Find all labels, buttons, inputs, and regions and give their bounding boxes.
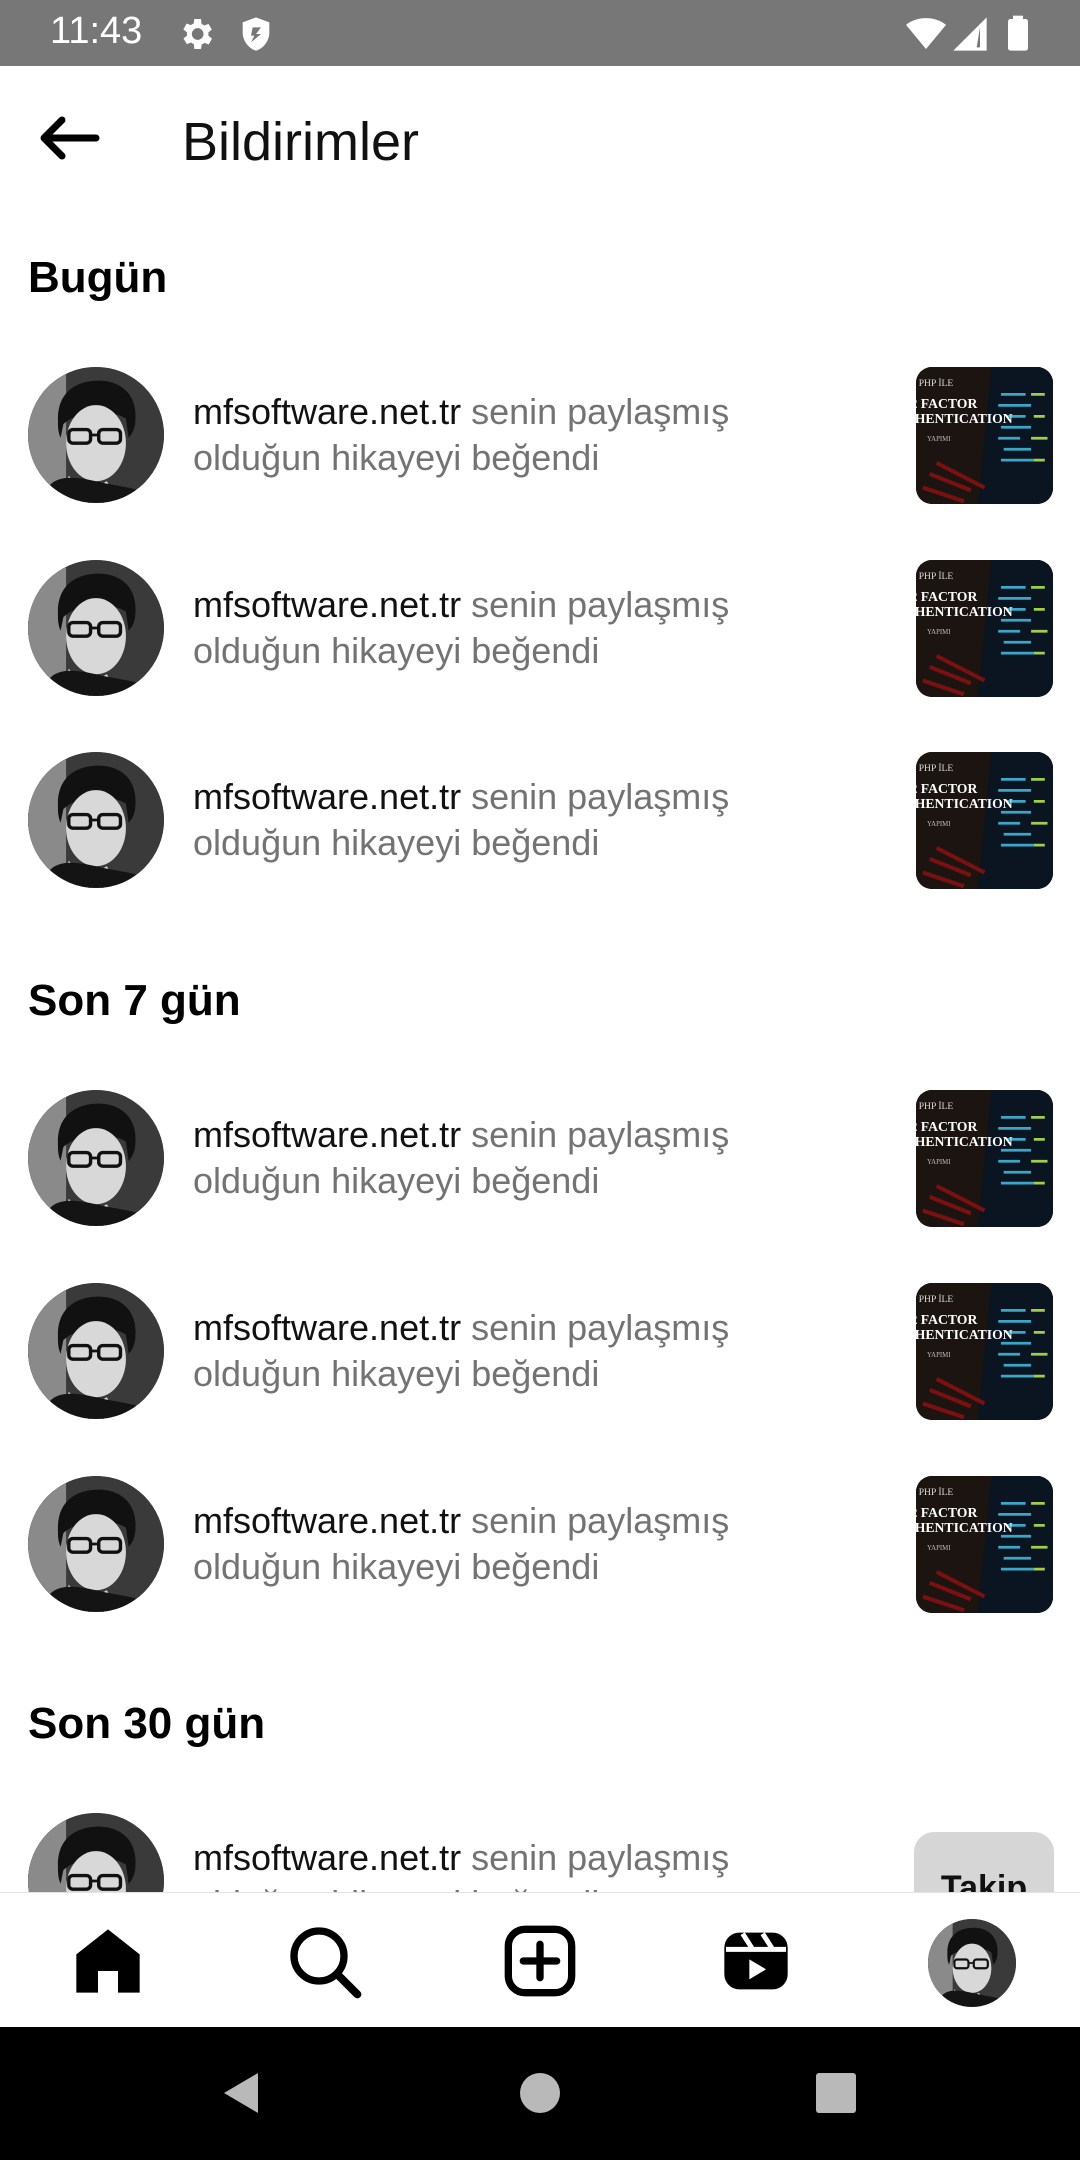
section-title-last-30-days: Son 30 gün bbox=[28, 1699, 266, 1748]
thumbnail-text-1: PHP İLE bbox=[919, 377, 954, 389]
username-link[interactable]: mfsoftware.net.tr bbox=[193, 584, 461, 625]
user-avatar[interactable] bbox=[28, 1476, 164, 1612]
user-avatar[interactable] bbox=[28, 752, 164, 888]
username-link[interactable]: mfsoftware.net.tr bbox=[193, 776, 461, 817]
back-button[interactable] bbox=[30, 108, 110, 168]
story-thumbnail[interactable]: PHP İLE 2 FACTORAUTHENTICATION YAPIMI bbox=[916, 367, 1053, 504]
thumbnail-text-3: AUTHENTICATION bbox=[916, 411, 1013, 426]
avatar-photo bbox=[28, 367, 164, 503]
gear-icon bbox=[183, 19, 212, 49]
username-link[interactable]: mfsoftware.net.tr bbox=[193, 1114, 461, 1155]
thumbnail-text-4: YAPIMI bbox=[927, 629, 951, 636]
story-thumbnail-image: PHP İLE 2 FACTORAUTHENTICATION YAPIMI bbox=[916, 1476, 1053, 1613]
thumbnail-text-3: AUTHENTICATION bbox=[916, 1520, 1013, 1535]
page-title: Bildirimler bbox=[182, 112, 420, 172]
avatar-photo bbox=[28, 1476, 164, 1612]
username-link[interactable]: mfsoftware.net.tr bbox=[193, 391, 461, 432]
thumbnail-text-1: PHP İLE bbox=[919, 1486, 954, 1498]
status-bar: 11:43 bbox=[0, 0, 1080, 66]
avatar-photo bbox=[928, 1919, 1016, 2007]
notification-text: mfsoftware.net.tr senin paylaşmış olduğu… bbox=[193, 1112, 853, 1204]
thumbnail-text-1: PHP İLE bbox=[919, 570, 954, 582]
user-avatar[interactable] bbox=[28, 1090, 164, 1226]
story-thumbnail-image: PHP İLE 2 FACTORAUTHENTICATION YAPIMI bbox=[916, 752, 1053, 889]
story-thumbnail-image: PHP İLE 2 FACTORAUTHENTICATION YAPIMI bbox=[916, 560, 1053, 697]
notification-item[interactable]: mfsoftware.net.tr senin paylaşmış olduğu… bbox=[0, 752, 1080, 892]
story-thumbnail-image: PHP İLE 2 FACTORAUTHENTICATION YAPIMI bbox=[916, 367, 1053, 504]
notification-item[interactable]: mfsoftware.net.tr senin paylaşmış olduğu… bbox=[0, 560, 1080, 700]
username-link[interactable]: mfsoftware.net.tr bbox=[193, 1307, 461, 1348]
arrow-left-icon bbox=[40, 116, 100, 160]
story-thumbnail-image: PHP İLE 2 FACTORAUTHENTICATION YAPIMI bbox=[916, 1090, 1053, 1227]
thumbnail-text-1: PHP İLE bbox=[919, 1293, 954, 1305]
bottom-navigation bbox=[0, 1892, 1080, 2028]
thumbnail-text-2: 2 FACTOR bbox=[916, 1119, 977, 1134]
avatar-photo bbox=[28, 752, 164, 888]
user-avatar[interactable] bbox=[28, 560, 164, 696]
thumbnail-text-3: AUTHENTICATION bbox=[916, 1134, 1013, 1149]
user-avatar[interactable] bbox=[28, 367, 164, 503]
thumbnail-text-2: 2 FACTOR bbox=[916, 589, 977, 604]
thumbnail-text-4: YAPIMI bbox=[927, 1545, 951, 1552]
thumbnail-text-4: YAPIMI bbox=[927, 1352, 951, 1359]
thumbnail-text-3: AUTHENTICATION bbox=[916, 796, 1013, 811]
story-thumbnail[interactable]: PHP İLE 2 FACTORAUTHENTICATION YAPIMI bbox=[916, 752, 1053, 889]
username-link[interactable]: mfsoftware.net.tr bbox=[193, 1837, 461, 1878]
thumbnail-text-3: AUTHENTICATION bbox=[916, 1327, 1013, 1342]
thumbnail-text-3: AUTHENTICATION bbox=[916, 604, 1013, 619]
system-navigation-bar bbox=[0, 2027, 1080, 2160]
home-circle-icon[interactable] bbox=[510, 2063, 570, 2123]
thumbnail-text-1: PHP İLE bbox=[919, 762, 954, 774]
shield-icon bbox=[242, 17, 270, 51]
story-thumbnail[interactable]: PHP İLE 2 FACTORAUTHENTICATION YAPIMI bbox=[916, 1283, 1053, 1420]
reels-icon[interactable] bbox=[716, 1921, 796, 2001]
home-icon[interactable] bbox=[68, 1921, 148, 2001]
thumbnail-text-4: YAPIMI bbox=[927, 436, 951, 443]
avatar-photo bbox=[28, 560, 164, 696]
section-title-today: Bugün bbox=[28, 253, 168, 302]
search-icon[interactable] bbox=[284, 1921, 364, 2001]
avatar-photo bbox=[28, 1283, 164, 1419]
story-thumbnail[interactable]: PHP İLE 2 FACTORAUTHENTICATION YAPIMI bbox=[916, 560, 1053, 697]
create-post-icon[interactable] bbox=[500, 1921, 580, 2001]
thumbnail-text-4: YAPIMI bbox=[927, 1159, 951, 1166]
thumbnail-text-2: 2 FACTOR bbox=[916, 1312, 977, 1327]
thumbnail-text-4: YAPIMI bbox=[927, 821, 951, 828]
notification-text: mfsoftware.net.tr senin paylaşmış olduğu… bbox=[193, 774, 853, 866]
thumbnail-text-2: 2 FACTOR bbox=[916, 1505, 977, 1520]
app-header: Bildirimler bbox=[0, 66, 1080, 226]
notification-item[interactable]: mfsoftware.net.tr senin paylaşmış olduğu… bbox=[0, 1283, 1080, 1423]
thumbnail-text-2: 2 FACTOR bbox=[916, 781, 977, 796]
section-title-last-7-days: Son 7 gün bbox=[28, 976, 241, 1025]
thumbnail-text-1: PHP İLE bbox=[919, 1100, 954, 1112]
thumbnail-text-2: 2 FACTOR bbox=[916, 396, 977, 411]
signal-icon bbox=[953, 17, 987, 51]
avatar-photo bbox=[28, 1090, 164, 1226]
username-link[interactable]: mfsoftware.net.tr bbox=[193, 1500, 461, 1541]
profile-avatar[interactable] bbox=[928, 1919, 1016, 2007]
story-thumbnail[interactable]: PHP İLE 2 FACTORAUTHENTICATION YAPIMI bbox=[916, 1476, 1053, 1613]
notification-item[interactable]: mfsoftware.net.tr senin paylaşmış olduğu… bbox=[0, 367, 1080, 507]
notification-text: mfsoftware.net.tr senin paylaşmış olduğu… bbox=[193, 1305, 853, 1397]
back-icon[interactable] bbox=[214, 2063, 274, 2123]
story-thumbnail[interactable]: PHP İLE 2 FACTORAUTHENTICATION YAPIMI bbox=[916, 1090, 1053, 1227]
notification-item[interactable]: mfsoftware.net.tr senin paylaşmış olduğu… bbox=[0, 1476, 1080, 1616]
battery-icon bbox=[1008, 15, 1028, 51]
status-time: 11:43 bbox=[50, 10, 143, 52]
notification-text: mfsoftware.net.tr senin paylaşmış olduğu… bbox=[193, 1498, 853, 1590]
recents-icon[interactable] bbox=[806, 2063, 866, 2123]
user-avatar[interactable] bbox=[28, 1283, 164, 1419]
notification-item[interactable]: mfsoftware.net.tr senin paylaşmış olduğu… bbox=[0, 1090, 1080, 1230]
notification-text: mfsoftware.net.tr senin paylaşmış olduğu… bbox=[193, 389, 853, 481]
wifi-icon bbox=[906, 18, 946, 49]
story-thumbnail-image: PHP İLE 2 FACTORAUTHENTICATION YAPIMI bbox=[916, 1283, 1053, 1420]
notification-text: mfsoftware.net.tr senin paylaşmış olduğu… bbox=[193, 582, 853, 674]
